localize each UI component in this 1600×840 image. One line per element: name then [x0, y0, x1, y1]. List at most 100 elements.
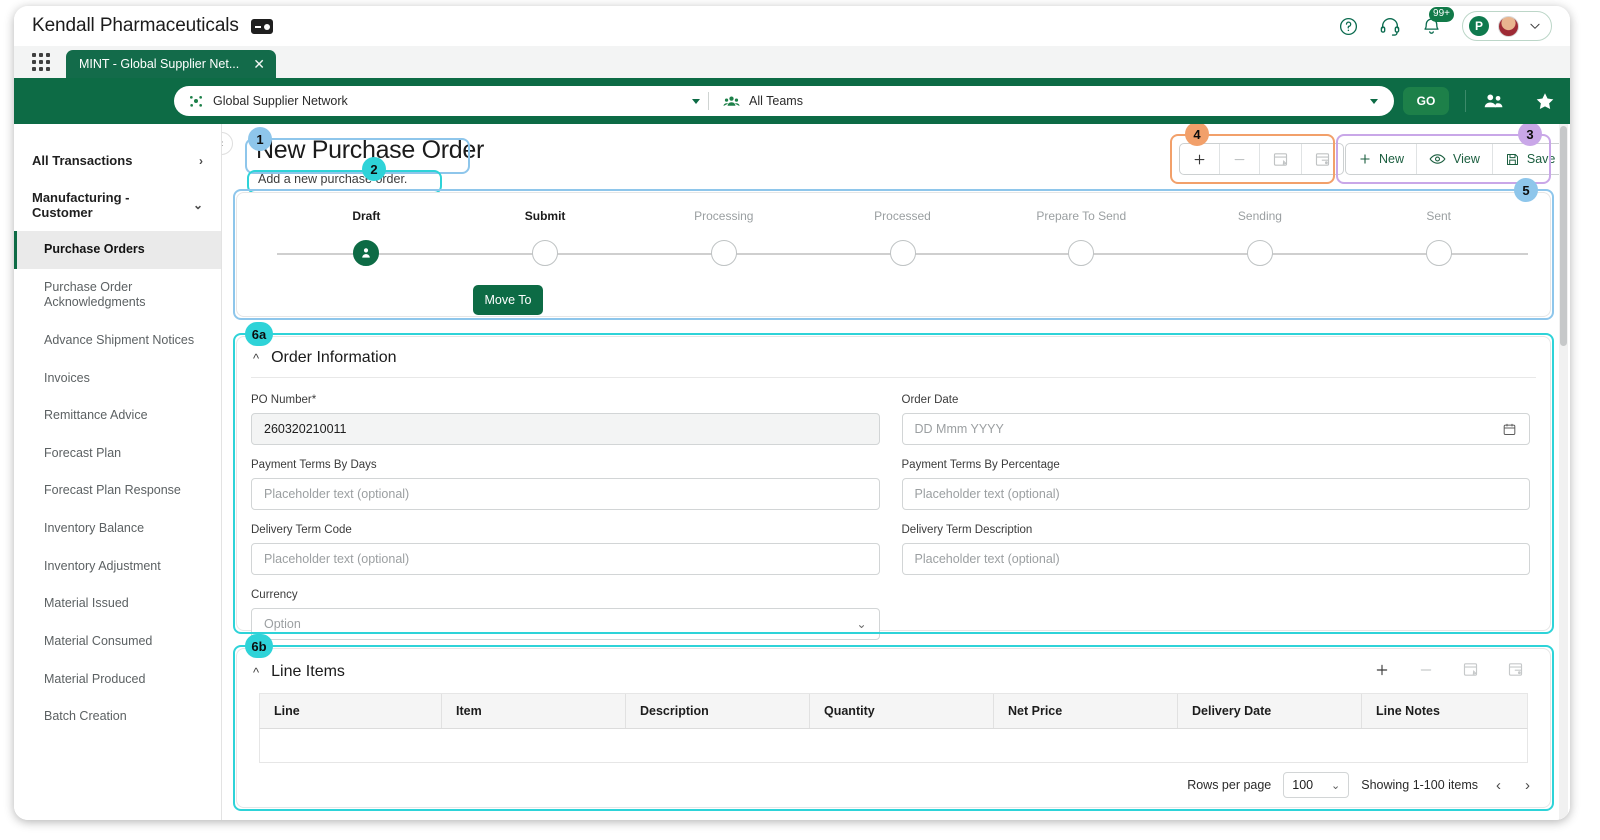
chevron-down-icon: ⌄ [192, 198, 203, 212]
rows-per-page-select[interactable]: 100 ⌄ [1283, 772, 1350, 798]
column-header-line: Line [260, 694, 442, 728]
people-icon[interactable] [1482, 92, 1504, 110]
user-person-icon [362, 248, 371, 258]
chevron-down-icon[interactable] [1528, 19, 1542, 33]
sidebar-item-label: Forecast Plan Response [44, 483, 181, 498]
column-header-item: Item [442, 694, 626, 728]
payment-terms-by-percentage-input[interactable]: Placeholder text (optional) [901, 478, 1530, 510]
vertical-scrollbar[interactable] [1559, 124, 1568, 820]
sidebar-item-remittance-advice[interactable]: Remittance Advice [14, 397, 221, 435]
payment-terms-by-days-input[interactable]: Placeholder text (optional) [251, 478, 880, 510]
star-icon[interactable] [1534, 91, 1556, 112]
calendar-icon[interactable] [1502, 422, 1517, 437]
step-dot-processing[interactable] [710, 240, 737, 266]
currency-select[interactable]: Option ⌄ [251, 608, 880, 640]
main-content: ‹ New Purchase Order Add a new purchase … [222, 124, 1570, 820]
column-header-description: Description [626, 694, 810, 728]
sidebar-item-material-consumed[interactable]: Material Consumed [14, 623, 221, 661]
previous-page-button[interactable]: ‹ [1490, 777, 1507, 794]
sidebar-group-manufacturing-customer[interactable]: Manufacturing - Customer ⌄ [14, 179, 221, 231]
sidebar-collapse-toggle[interactable]: ‹ [222, 132, 233, 155]
field-payment-terms-by-days: Payment Terms By Days Placeholder text (… [251, 453, 880, 518]
po-number-input[interactable]: 260320210011 [251, 413, 880, 445]
sidebar-item-invoices[interactable]: Invoices [14, 360, 221, 398]
form-settings-button[interactable] [1302, 144, 1343, 174]
sidebar-group-label: All Transactions [32, 153, 133, 168]
sidebar-item-purchase-orders[interactable]: Purchase Orders [14, 231, 221, 269]
step-dot-processed[interactable] [889, 240, 916, 266]
chevron-down-icon[interactable] [692, 98, 700, 104]
chevron-down-icon[interactable]: ⌄ [856, 617, 866, 631]
edit-line-item-form-button[interactable] [1462, 661, 1479, 683]
field-label: Delivery Term Code [251, 524, 352, 536]
sidebar-item-purchase-order-acknowledgments[interactable]: Purchase Order Acknowledgments [14, 269, 221, 322]
sidebar-item-material-produced[interactable]: Material Produced [14, 661, 221, 699]
order-date-input[interactable]: DD Mmm YYYY [901, 413, 1530, 445]
add-line-item-button[interactable] [1374, 662, 1390, 683]
step-dot-draft[interactable] [353, 240, 380, 266]
column-header-net-price: Net Price [994, 694, 1178, 728]
sidebar-item-label: Material Consumed [44, 633, 153, 648]
grid-apps-icon[interactable] [24, 46, 58, 78]
order-information-header[interactable]: ^ Order Information [237, 337, 1550, 377]
step-dot-prepare-to-send[interactable] [1068, 240, 1095, 266]
sidebar-item-batch-creation[interactable]: Batch Creation [14, 698, 221, 736]
app-title: Kendall Pharmaceuticals [32, 15, 239, 36]
table-pagination: Rows per page 100 ⌄ Showing 1-100 items … [237, 763, 1550, 807]
remove-record-button[interactable] [1220, 144, 1260, 174]
sidebar-item-inventory-adjustment[interactable]: Inventory Adjustment [14, 548, 221, 586]
column-header-quantity: Quantity [810, 694, 994, 728]
edit-form-button[interactable] [1260, 144, 1302, 174]
annotation-badge-6b: 6b [245, 634, 273, 658]
headset-icon[interactable] [1379, 15, 1401, 37]
sidebar: All Transactions › Manufacturing - Custo… [14, 124, 222, 820]
question-circle-icon[interactable] [1338, 16, 1359, 37]
field-label: Order Date [901, 394, 959, 406]
delivery-term-description-input[interactable]: Placeholder text (optional) [901, 543, 1530, 575]
stepper-dots [277, 240, 1528, 266]
sidebar-item-inventory-balance[interactable]: Inventory Balance [14, 510, 221, 548]
field-delivery-term-description: Delivery Term Description Placeholder te… [901, 518, 1530, 583]
line-item-form-settings-button[interactable] [1507, 661, 1524, 683]
teams-selector[interactable]: All Teams [709, 86, 1386, 116]
tab-mint-global-supplier-network[interactable]: MINT - Global Supplier Net... ✕ [66, 50, 276, 78]
network-selector[interactable]: Global Supplier Network [188, 86, 708, 116]
add-record-button[interactable] [1180, 144, 1220, 174]
minus-icon [1420, 668, 1432, 671]
delivery-term-code-input[interactable]: Placeholder text (optional) [251, 543, 880, 575]
chevron-down-icon: ⌄ [1331, 779, 1341, 792]
next-page-button[interactable]: › [1519, 777, 1536, 794]
sidebar-item-label: Invoices [44, 370, 90, 385]
plus-icon [1194, 154, 1205, 164]
line-items-table: Line Item Description Quantity Net Price… [237, 693, 1550, 763]
chevron-up-icon[interactable]: ^ [253, 665, 259, 680]
save-button-label: Save [1526, 152, 1556, 166]
scrollbar-thumb[interactable] [1560, 126, 1567, 346]
go-button[interactable]: GO [1403, 87, 1449, 115]
view-button[interactable]: View [1417, 144, 1493, 174]
order-information-section: ^ Order Information PO Number* 260320210… [236, 336, 1551, 640]
step-dot-submit[interactable] [532, 240, 559, 266]
record-toolbar [1179, 143, 1344, 175]
user-account-chip[interactable]: P [1462, 11, 1552, 41]
minus-icon [1234, 158, 1245, 160]
close-icon[interactable]: ✕ [253, 57, 265, 71]
sidebar-item-forecast-plan-response[interactable]: Forecast Plan Response [14, 472, 221, 510]
sidebar-group-all-transactions[interactable]: All Transactions › [14, 142, 221, 179]
save-button[interactable]: Save [1493, 144, 1567, 174]
bell-icon[interactable]: 99+ [1421, 6, 1454, 37]
sidebar-item-forecast-plan[interactable]: Forecast Plan [14, 435, 221, 473]
line-items-header: ^ Line Items [237, 649, 1550, 693]
new-button[interactable]: New [1346, 144, 1418, 174]
sidebar-item-material-issued[interactable]: Material Issued [14, 585, 221, 623]
teams-value: All Teams [749, 94, 803, 108]
step-dot-sending[interactable] [1246, 240, 1273, 266]
chevron-down-icon[interactable] [1370, 98, 1378, 104]
chevron-up-icon[interactable]: ^ [253, 351, 259, 366]
sidebar-item-label: Batch Creation [44, 709, 127, 724]
workflow-stepper: Draft Submit Processing Processed Prepar… [277, 207, 1528, 266]
move-to-button[interactable]: Move To [473, 285, 543, 315]
remove-line-item-button[interactable] [1418, 662, 1434, 683]
sidebar-item-advance-shipment-notices[interactable]: Advance Shipment Notices [14, 322, 221, 360]
step-dot-sent[interactable] [1425, 240, 1452, 266]
